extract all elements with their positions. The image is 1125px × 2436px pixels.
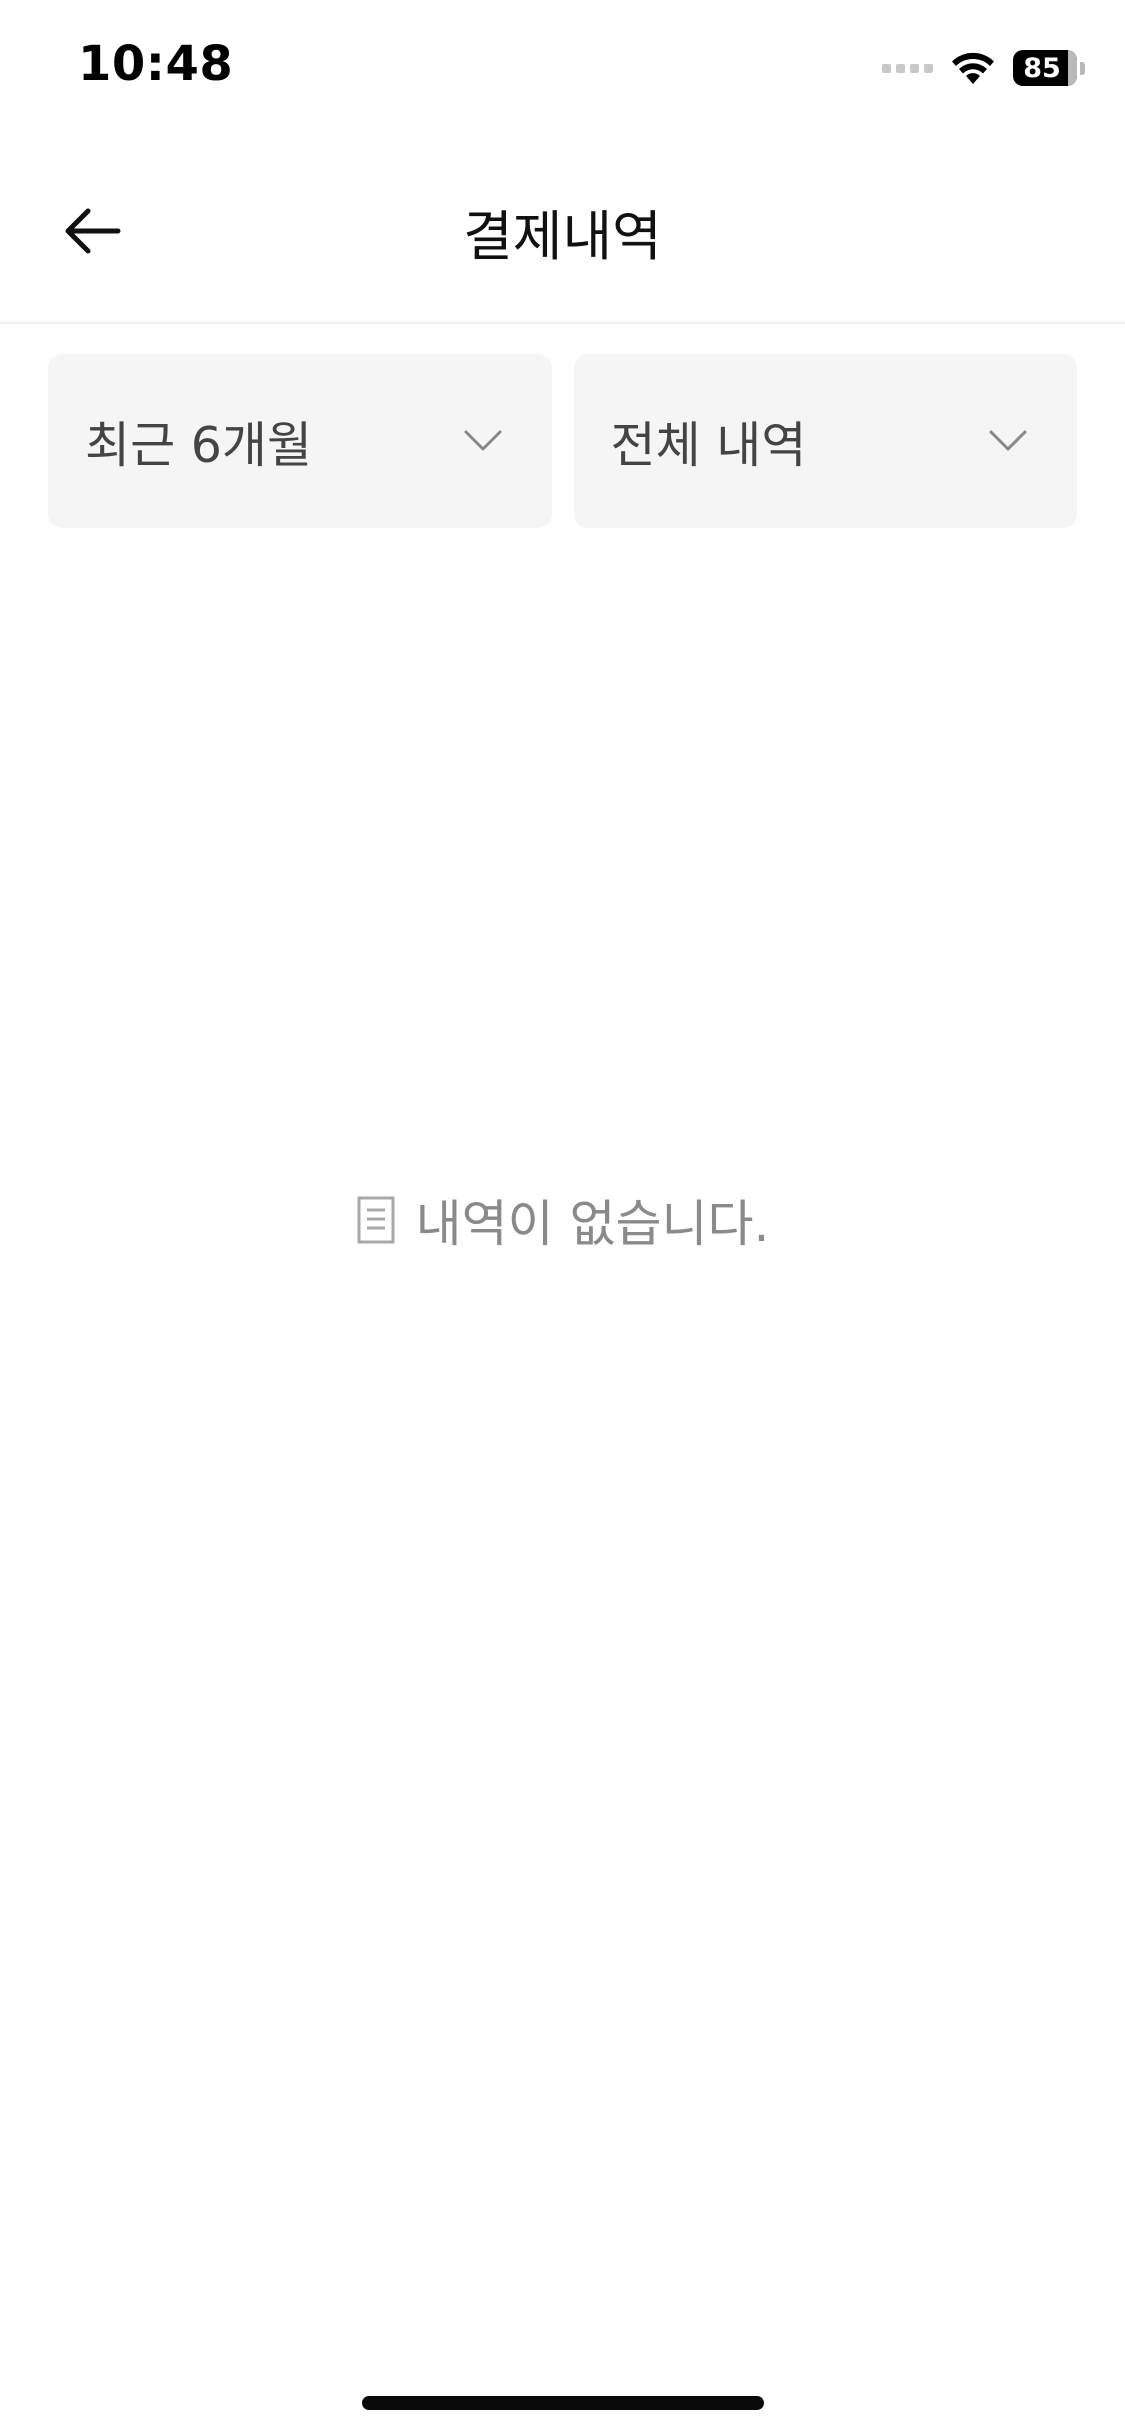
chevron-down-icon [989,430,1027,451]
home-indicator[interactable] [362,2396,764,2410]
type-select-label: 전체 내역 [610,416,807,474]
status-bar: 10:48 85 [0,0,1125,140]
page-title: 결제내역 [463,204,662,268]
battery-level: 85 [1023,52,1061,84]
period-select[interactable]: 최근 6개월 [48,354,552,528]
back-button[interactable] [40,186,150,276]
document-icon [357,1196,395,1244]
empty-message: 내역이 없습니다. [415,1195,770,1253]
navigation-header: 결제내역 [0,140,1125,324]
status-indicators: 85 [882,46,1085,90]
cellular-signal-icon [882,63,933,73]
filter-bar: 최근 6개월 전체 내역 [48,354,1077,528]
chevron-down-icon [464,430,501,451]
period-select-label: 최근 6개월 [85,416,313,474]
arrow-left-icon [65,208,121,254]
type-select[interactable]: 전체 내역 [573,354,1077,528]
status-time: 10:48 [78,36,234,92]
wifi-icon [952,52,994,84]
battery-icon: 85 [1013,50,1085,86]
empty-state: 내역이 없습니다. [0,1180,1125,1260]
